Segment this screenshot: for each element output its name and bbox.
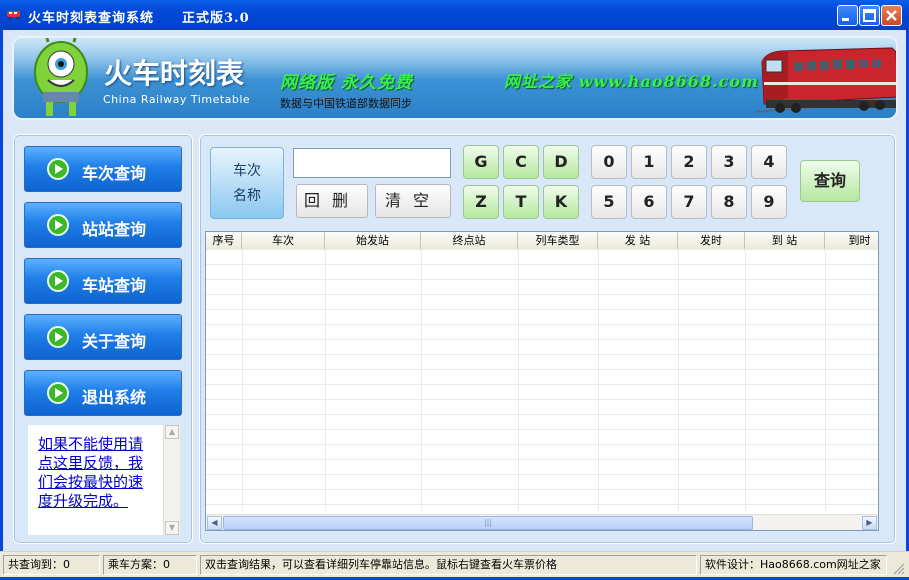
train-icon [7,11,20,20]
scroll-thumb[interactable]: ||| [223,516,753,530]
feedback-box: 如果不能使用请点这里反馈，我们会按最快的速度升级完成。 ▲ ▼ [28,425,180,535]
nav-label: 车站查询 [82,276,147,295]
scroll-up-icon[interactable]: ▲ [165,425,179,439]
status-bar: 共查询到：0 乘车方案：0 双击查询结果，可以查看详细列车停靠站信息。鼠标右键查… [0,551,909,578]
col-header[interactable]: 到时 [825,232,878,249]
col-header[interactable]: 车次 [242,232,325,249]
col-header[interactable]: 列车类型 [518,232,598,249]
status-total: 共查询到：0 [3,555,100,575]
resize-grip-icon[interactable] [892,562,905,575]
close-button[interactable] [881,5,902,26]
backspace-button[interactable]: 回删 [296,184,368,218]
status-plans: 乘车方案：0 [103,555,197,575]
left-nav-panel: 车次查询 站站查询 车站查询 关于查询 退出系统 如果不能使用请点这里反馈，我们… [13,134,193,544]
key-d-button[interactable]: D [543,145,579,179]
train-number-input[interactable] [293,148,451,178]
key-t-button[interactable]: T [503,185,539,219]
key-4-button[interactable]: 4 [751,145,787,179]
horizontal-scrollbar[interactable]: ◀ ||| ▶ [206,514,878,530]
minimize-button[interactable] [837,5,858,26]
play-icon [47,158,69,180]
locomotive-image [755,47,896,113]
header-banner: 火车时刻表 China Railway Timetable 网络版 永久免费 数… [12,36,898,120]
status-hint: 双击查询结果，可以查看详细列车停靠站信息。鼠标右键查看火车票价格 [200,555,697,575]
key-c-button[interactable]: C [503,145,539,179]
key-2-button[interactable]: 2 [671,145,707,179]
nav-exit-button[interactable]: 退出系统 [24,370,182,416]
query-panel: 车次 名称 回删 清空 G C D Z T K 0 1 2 3 4 5 6 7 … [199,134,896,544]
search-mode-toggle[interactable]: 车次 名称 [210,147,284,219]
minimize-icon [842,18,849,21]
table-body [206,249,878,511]
banner-subtitle: China Railway Timetable [103,93,251,106]
key-7-button[interactable]: 7 [671,185,707,219]
key-6-button[interactable]: 6 [631,185,667,219]
key-0-button[interactable]: 0 [591,145,627,179]
banner-slogan: 网络版 永久免费 [280,73,413,93]
play-icon [47,270,69,292]
play-icon [47,214,69,236]
window-title: 火车时刻表查询系统 正式版3.0 [28,11,250,26]
maximize-icon [863,9,876,22]
key-8-button[interactable]: 8 [711,185,747,219]
mascot-logo [34,38,88,116]
banner-sync-note: 数据与中国铁道部数据同步 [280,97,412,110]
nav-label: 退出系统 [82,388,147,407]
title-bar: 火车时刻表查询系统 正式版3.0 [0,0,909,30]
close-icon [886,10,897,21]
mode-label-line1: 车次 [233,163,261,179]
feedback-link[interactable]: 如果不能使用请点这里反馈，我们会按最快的速度升级完成。 [38,435,156,511]
maximize-button[interactable] [859,5,880,26]
nav-station-query-button[interactable]: 车站查询 [24,258,182,304]
clear-button[interactable]: 清空 [375,184,451,218]
banner-title: 火车时刻表 [104,57,245,90]
scroll-down-icon[interactable]: ▼ [165,521,179,535]
nav-about-button[interactable]: 关于查询 [24,314,182,360]
status-credit: 软件设计：Hao8668.com网址之家 [700,555,887,575]
play-icon [47,382,69,404]
key-3-button[interactable]: 3 [711,145,747,179]
col-header[interactable]: 发时 [678,232,745,249]
nav-label: 站站查询 [82,220,147,239]
col-header[interactable]: 终点站 [421,232,518,249]
scroll-left-icon[interactable]: ◀ [207,516,222,530]
nav-label: 关于查询 [82,332,147,351]
key-5-button[interactable]: 5 [591,185,627,219]
feedback-scrollbar[interactable]: ▲ ▼ [163,425,180,535]
banner-site: 网址之家 www.hao8668.com [504,72,759,91]
nav-train-query-button[interactable]: 车次查询 [24,146,182,192]
play-icon [47,326,69,348]
scroll-right-icon[interactable]: ▶ [862,516,877,530]
query-button[interactable]: 查询 [800,160,860,202]
col-header[interactable]: 发 站 [598,232,678,249]
table-header: 序号 车次 始发站 终点站 列车类型 发 站 发时 到 站 到时 [206,232,878,250]
nav-station-to-station-button[interactable]: 站站查询 [24,202,182,248]
results-table[interactable]: 序号 车次 始发站 终点站 列车类型 发 站 发时 到 站 到时 ◀ ||| ▶ [205,231,879,531]
nav-label: 车次查询 [82,164,147,183]
col-header[interactable]: 始发站 [325,232,421,249]
col-header[interactable]: 序号 [206,232,242,249]
mode-label-line2: 名称 [233,188,261,204]
key-k-button[interactable]: K [543,185,579,219]
key-9-button[interactable]: 9 [751,185,787,219]
key-z-button[interactable]: Z [463,185,499,219]
col-header[interactable]: 到 站 [745,232,825,249]
key-1-button[interactable]: 1 [631,145,667,179]
key-g-button[interactable]: G [463,145,499,179]
